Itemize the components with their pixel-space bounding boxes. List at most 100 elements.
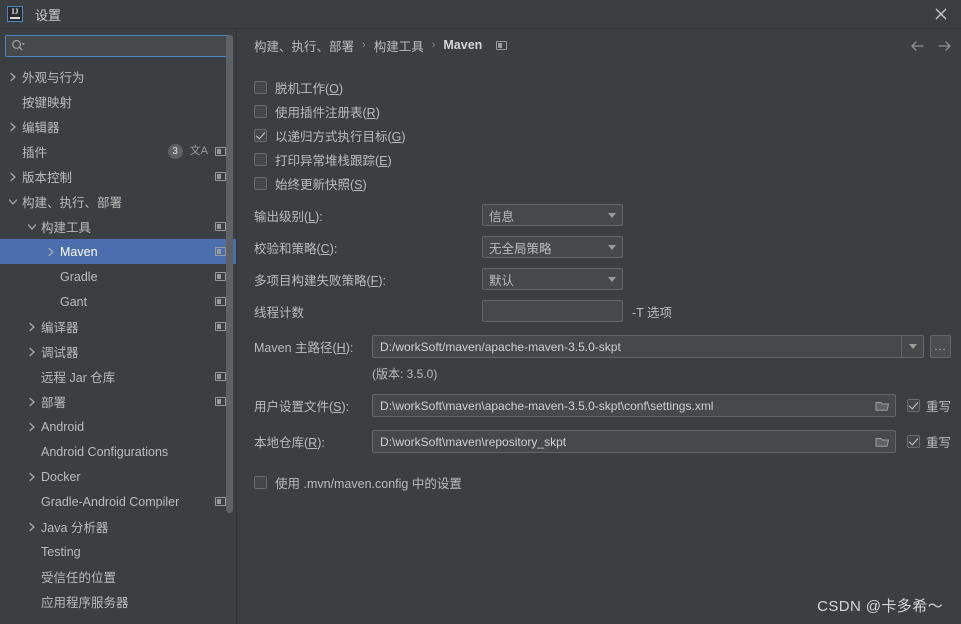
sidebar-item-indicators [205, 322, 226, 331]
forward-arrow-icon[interactable] [936, 39, 953, 53]
local-repo-value: D:\workSoft\maven\repository_skpt [373, 435, 871, 449]
breadcrumb-item[interactable]: 构建工具 [374, 36, 424, 55]
maven-options-checkbox-list: 脱机工作(O)使用插件注册表(R)以递归方式执行目标(G)打印异常堆栈跟踪(E)… [237, 75, 961, 195]
maven-option-checkbox[interactable] [254, 177, 267, 190]
sidebar-item-label: 按键映射 [22, 92, 72, 111]
sidebar-item-按键映射[interactable]: 按键映射 [0, 89, 236, 114]
sidebar-item-gradle-android-compiler[interactable]: Gradle-Android Compiler [0, 489, 236, 514]
sidebar-item-maven[interactable]: Maven [0, 239, 236, 264]
sidebar-item-应用程序服务器[interactable]: 应用程序服务器 [0, 589, 236, 614]
close-icon[interactable] [931, 4, 951, 24]
breadcrumb-item[interactable]: 构建、执行、部署 [254, 36, 354, 55]
search-box[interactable] [5, 35, 231, 57]
label-mnemonic: C [321, 242, 330, 256]
chevron-right-icon[interactable] [44, 247, 57, 257]
user-settings-input[interactable]: D:\workSoft\maven\apache-maven-3.5.0-skp… [372, 394, 896, 417]
thread-count-input[interactable] [482, 300, 623, 322]
folder-icon[interactable] [871, 400, 895, 412]
sidebar-item-java-分析器[interactable]: Java 分析器 [0, 514, 236, 539]
maven-select-dropdown[interactable]: 无全局策略 [482, 236, 623, 258]
settings-sidebar: 外观与行为按键映射编辑器插件3文A版本控制构建、执行、部署构建工具 Maven Gr… [0, 29, 237, 624]
chevron-right-icon[interactable] [6, 72, 19, 82]
local-repo-input[interactable]: D:\workSoft\maven\repository_skpt [372, 430, 896, 453]
chevron-down-icon[interactable] [6, 198, 19, 206]
label-mnemonic: O [329, 82, 339, 96]
sidebar-item-部署[interactable]: 部署 [0, 389, 236, 414]
chevron-right-icon[interactable] [25, 522, 38, 532]
maven-home-browse-button[interactable]: ... [930, 335, 951, 358]
sidebar-item-label: Gant [60, 295, 87, 309]
sidebar-scrollbar[interactable] [226, 29, 233, 624]
chevron-right-icon[interactable] [25, 472, 38, 482]
sidebar-item-插件[interactable]: 插件3文A [0, 139, 236, 164]
project-scope-icon [215, 322, 226, 331]
label-tail: ) [339, 82, 343, 96]
sidebar-item-外观与行为[interactable]: 外观与行为 [0, 64, 236, 89]
maven-option-row[interactable]: 打印异常堆栈跟踪(E) [237, 147, 961, 171]
sidebar-item-版本控制[interactable]: 版本控制 [0, 164, 236, 189]
sidebar-item-构建-执行-部署[interactable]: 构建、执行、部署 [0, 189, 236, 214]
mvn-config-row[interactable]: 使用 .mvn/maven.config 中的设置 [237, 470, 961, 494]
chevron-right-icon[interactable] [25, 397, 38, 407]
search-input[interactable] [26, 37, 225, 55]
maven-home-dropdown-icon[interactable] [901, 336, 923, 357]
sidebar-item-label: 编译器 [41, 317, 79, 336]
chevron-right-icon[interactable] [25, 422, 38, 432]
sidebar-item-label: 应用程序服务器 [41, 592, 129, 611]
chevron-right-icon[interactable] [25, 322, 38, 332]
breadcrumb-item[interactable]: Maven [443, 38, 482, 52]
sidebar-item-调试器[interactable]: 调试器 [0, 339, 236, 364]
maven-option-checkbox[interactable] [254, 81, 267, 94]
maven-option-checkbox[interactable] [254, 153, 267, 166]
sidebar-item-android[interactable]: Android [0, 414, 236, 439]
maven-option-row[interactable]: 脱机工作(O) [237, 75, 961, 99]
window-title: 设置 [35, 5, 61, 24]
sidebar-item-label: Gradle [60, 270, 98, 284]
sidebar-item-编辑器[interactable]: 编辑器 [0, 114, 236, 139]
label-text: 输出级别( [254, 210, 308, 224]
local-repo-override[interactable]: 重写 [907, 432, 951, 451]
maven-option-checkbox[interactable] [254, 129, 267, 142]
maven-select-dropdown[interactable]: 默认 [482, 268, 623, 290]
user-settings-override[interactable]: 重写 [907, 396, 951, 415]
back-arrow-icon[interactable] [909, 39, 926, 53]
sidebar-item-label: 外观与行为 [22, 67, 85, 86]
sidebar-item-编译器[interactable]: 编译器 [0, 314, 236, 339]
maven-select-dropdown[interactable]: 信息 [482, 204, 623, 226]
sidebar-item-docker[interactable]: Docker [0, 464, 236, 489]
sidebar-item-远程-jar-仓库[interactable]: 远程 Jar 仓库 [0, 364, 236, 389]
sidebar-item-label: Java 分析器 [41, 517, 108, 536]
sidebar-item-gradle[interactable]: Gradle [0, 264, 236, 289]
maven-option-checkbox[interactable] [254, 105, 267, 118]
local-repo-override-checkbox[interactable] [907, 435, 920, 448]
label-mnemonic: G [392, 130, 402, 144]
maven-option-row[interactable]: 以递归方式执行目标(G) [237, 123, 961, 147]
project-scope-icon [215, 247, 226, 256]
chevron-down-icon[interactable] [25, 223, 38, 231]
maven-option-row[interactable]: 使用插件注册表(R) [237, 99, 961, 123]
project-scope-icon [215, 147, 226, 156]
sidebar-item-label: Maven [60, 245, 98, 259]
settings-tree[interactable]: 外观与行为按键映射编辑器插件3文A版本控制构建、执行、部署构建工具 Maven Gr… [0, 62, 236, 624]
sidebar-scrollbar-thumb[interactable] [226, 35, 233, 513]
folder-icon[interactable] [871, 436, 895, 448]
chevron-down-icon [608, 277, 616, 282]
maven-select-label: 输出级别(L): [254, 206, 482, 225]
sidebar-item-构建工具[interactable]: 构建工具 [0, 214, 236, 239]
chevron-right-icon[interactable] [25, 347, 38, 357]
maven-option-row[interactable]: 始终更新快照(S) [237, 171, 961, 195]
mvn-config-checkbox[interactable] [254, 476, 267, 489]
user-settings-override-checkbox[interactable] [907, 399, 920, 412]
sidebar-item-android-configurations[interactable]: Android Configurations [0, 439, 236, 464]
sidebar-item-gant[interactable]: Gant [0, 289, 236, 314]
thread-count-row: 线程计数 -T 选项 [237, 299, 961, 323]
sidebar-item-testing[interactable]: Testing [0, 539, 236, 564]
sidebar-item-label: 编辑器 [22, 117, 60, 136]
local-repo-label: 本地仓库(R): [254, 432, 372, 451]
sidebar-item-受信任的位置[interactable]: 受信任的位置 [0, 564, 236, 589]
chevron-right-icon[interactable] [6, 122, 19, 132]
chevron-right-icon[interactable] [6, 172, 19, 182]
user-settings-row: 用户设置文件(S): D:\workSoft\maven\apache-mave… [237, 393, 961, 418]
user-settings-label: 用户设置文件(S): [254, 396, 372, 415]
maven-home-combo[interactable]: D:/workSoft/maven/apache-maven-3.5.0-skp… [372, 335, 924, 358]
